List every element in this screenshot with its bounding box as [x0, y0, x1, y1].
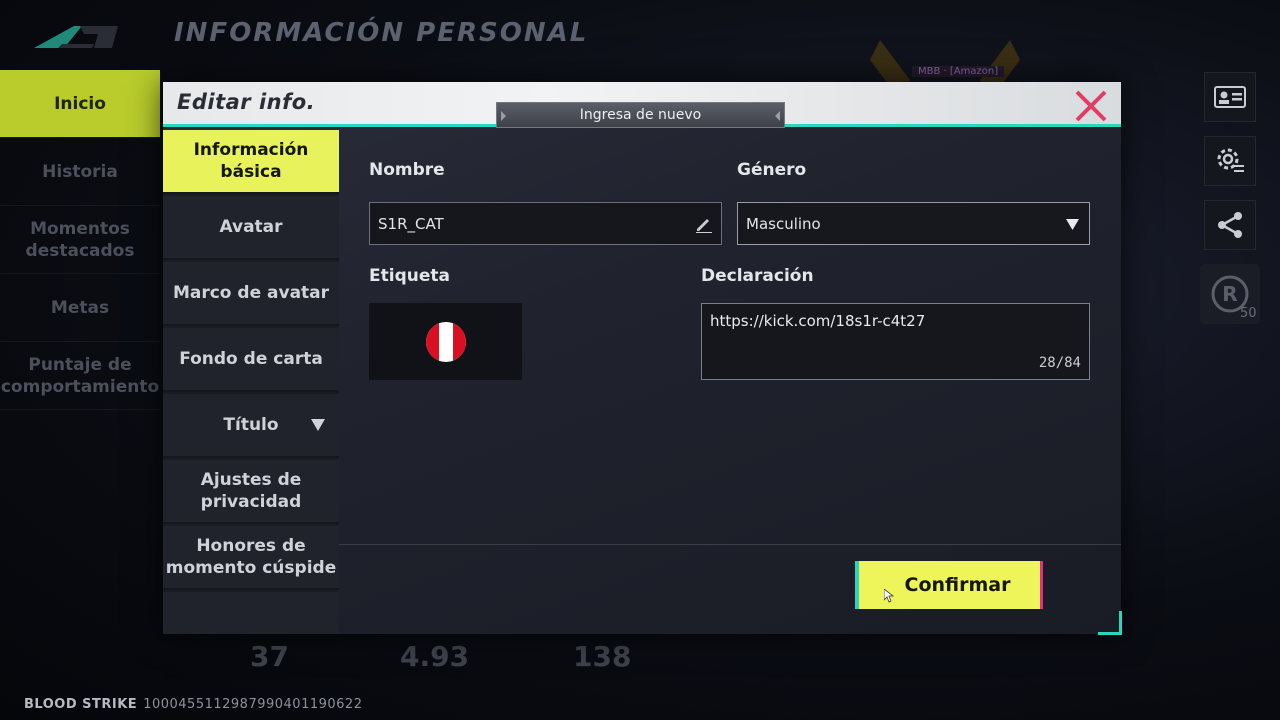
tab-avatar[interactable]: Avatar: [163, 196, 339, 260]
robot-tag: MBB · [Amazon]: [912, 66, 1005, 77]
footer-player-id: 1000455112987990401190622: [143, 697, 363, 712]
rank-badge-count: 50: [1240, 306, 1257, 321]
nav-item-historia[interactable]: Historia: [0, 138, 160, 206]
stat-value: 138: [573, 640, 632, 673]
gender-select[interactable]: Masculino: [737, 202, 1090, 245]
footer-game-name: BLOOD STRIKE: [24, 697, 138, 712]
divider: [339, 544, 1121, 545]
id-card-icon[interactable]: [1204, 72, 1256, 122]
chevron-down-icon: [1066, 219, 1079, 230]
tab-honores[interactable]: Honores de momento cúspide: [163, 526, 339, 590]
right-toolbar: R: [1200, 72, 1260, 324]
game-logo-icon: [34, 26, 118, 48]
svg-text:R: R: [1222, 282, 1237, 306]
nav-item-metas[interactable]: Metas: [0, 274, 160, 342]
modal-title: Editar info.: [177, 90, 316, 114]
nav-item-momentos[interactable]: Momentos destacados: [0, 206, 160, 274]
modal-tabs: Información básica Avatar Marco de avata…: [163, 130, 339, 634]
statement-textarea[interactable]: https://kick.com/18s1r-c4t27 28/84: [701, 303, 1090, 380]
edit-pencil-icon[interactable]: [695, 215, 713, 233]
tab-ajustes-privacidad[interactable]: Ajustes de privacidad: [163, 460, 339, 524]
statement-label: Declaración: [701, 266, 814, 286]
tab-titulo[interactable]: Título: [163, 394, 339, 458]
background-stats: 37 4.93 138: [0, 640, 900, 680]
relogin-notice: Ingresa de nuevo: [496, 102, 785, 128]
footer-id: BLOOD STRIKE 1000455112987990401190622: [24, 697, 362, 712]
statement-value: https://kick.com/18s1r-c4t27: [710, 312, 926, 330]
tag-selector[interactable]: [369, 303, 522, 380]
edit-info-modal: Editar info. Ingresa de nuevo Informació…: [163, 82, 1122, 635]
nav-item-inicio[interactable]: Inicio: [0, 70, 160, 138]
statement-char-count: 28/84: [1038, 355, 1081, 371]
gender-value: Masculino: [746, 214, 821, 233]
tab-titulo-label: Título: [223, 415, 279, 435]
tab-informacion-basica[interactable]: Información básica: [163, 130, 339, 194]
tag-label: Etiqueta: [369, 266, 450, 286]
name-label: Nombre: [369, 160, 445, 180]
tab-marco-avatar[interactable]: Marco de avatar: [163, 262, 339, 326]
share-icon[interactable]: [1204, 200, 1256, 250]
modal-corner-accent: [1098, 611, 1122, 635]
tab-fondo-carta[interactable]: Fondo de carta: [163, 328, 339, 392]
peru-flag-icon: [425, 321, 466, 362]
gender-label: Género: [737, 160, 807, 180]
name-value: S1R_CAT: [378, 214, 444, 233]
gear-settings-icon[interactable]: [1204, 136, 1256, 186]
basic-info-form: Nombre S1R_CAT Género Masculino Etiqueta…: [339, 130, 1121, 634]
tab-empty: [163, 592, 339, 634]
background-header: INFORMACIÓN PERSONAL: [0, 0, 1280, 70]
nav-item-puntaje[interactable]: Puntaje de comportamiento: [0, 342, 160, 410]
close-x-icon[interactable]: [1071, 86, 1111, 126]
chevron-down-icon: [311, 419, 325, 431]
stat-value: 37: [250, 640, 289, 673]
page-title: INFORMACIÓN PERSONAL: [174, 18, 589, 48]
background-nav: Inicio Historia Momentos destacados Meta…: [0, 70, 160, 410]
name-field[interactable]: S1R_CAT: [369, 202, 722, 245]
mouse-cursor-icon: [884, 589, 894, 603]
stat-value: 4.93: [400, 640, 470, 673]
